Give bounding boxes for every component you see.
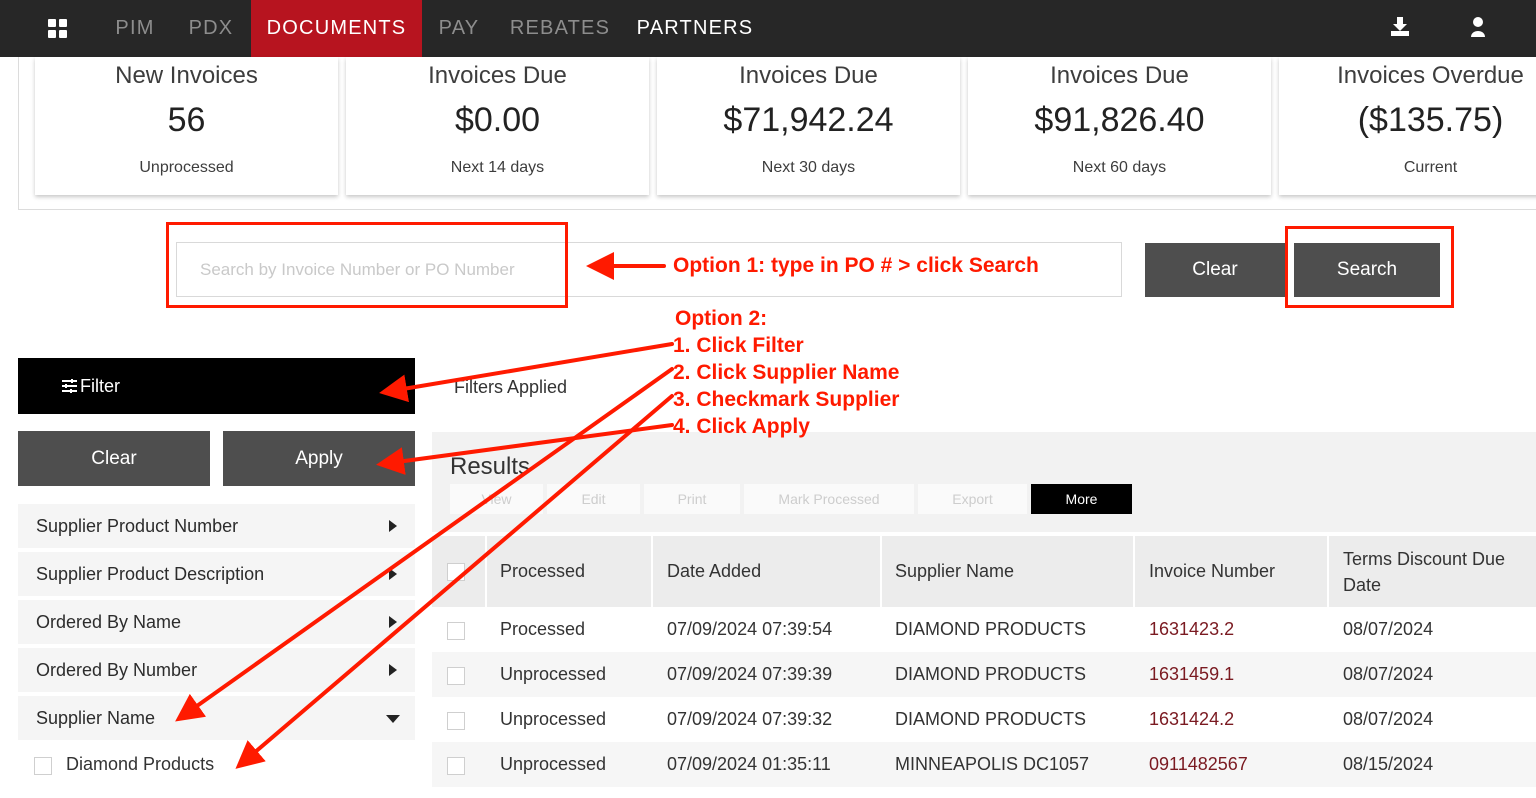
annotation-arrows [175,252,674,769]
arrow-step-3 [235,394,674,769]
arrow-step-2 [175,367,674,722]
arrow-step-4 [376,423,674,475]
arrow-step-1 [379,342,674,403]
